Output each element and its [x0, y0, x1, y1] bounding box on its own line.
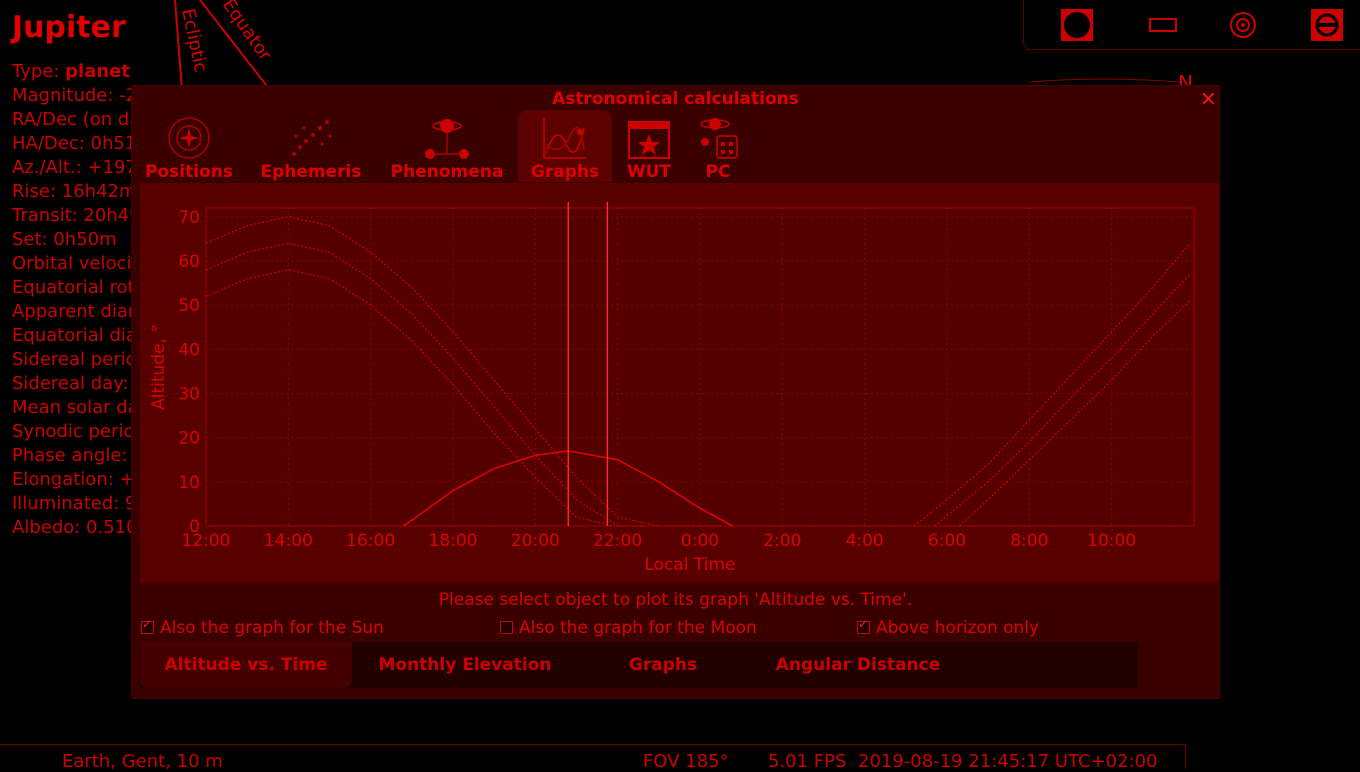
quit-icon[interactable]: [1310, 8, 1344, 42]
tab-pc[interactable]: PC: [692, 110, 744, 182]
y-tick-label: 50: [178, 296, 200, 316]
x-tick-label: 18:00: [429, 531, 478, 551]
x-tick-label: 20:00: [511, 531, 560, 551]
tab-wut-label: WUT: [626, 162, 672, 182]
target-icon[interactable]: [1226, 8, 1260, 42]
phenomena-icon: [425, 119, 469, 159]
info-line-label: Type:: [12, 61, 66, 82]
fov-label: FOV 185°: [643, 751, 729, 772]
fullscreen-icon[interactable]: [1146, 8, 1180, 42]
tab-graphs-label: Graphs: [530, 162, 600, 182]
tab-pc-label: PC: [705, 162, 731, 182]
checkbox-sun[interactable]: Also the graph for the Sun: [141, 617, 384, 638]
x-tick-label: 14:00: [264, 531, 313, 551]
dialog-title: Astronomical calculations: [552, 89, 799, 109]
close-button[interactable]: ×: [1200, 86, 1217, 110]
tab-phenomena[interactable]: Phenomena: [384, 110, 510, 182]
tab-ephemeris[interactable]: Ephemeris: [254, 110, 368, 182]
info-line-label: Rise:: [12, 181, 62, 202]
x-tick-label: 0:00: [681, 531, 719, 551]
info-line-label: Transit:: [12, 205, 84, 226]
status-bar: Earth, Gent, 10 m FOV 185° 5.01 FPS 2019…: [0, 744, 1186, 772]
x-tick-label: 8:00: [1010, 531, 1048, 551]
x-tick-label: 12:00: [182, 531, 231, 551]
x-tick-label: 4:00: [846, 531, 884, 551]
tab-angular-distance[interactable]: Angular Distance: [748, 642, 968, 688]
checkbox-sun-label: Also the graph for the Sun: [160, 618, 384, 638]
checkbox-horizon-box[interactable]: [857, 617, 870, 634]
bottom-tab-bar: Altitude vs. Time Monthly Elevation Grap…: [140, 642, 1138, 688]
wut-calendar-icon: [628, 121, 670, 159]
ephemeris-icon: [292, 120, 332, 156]
y-tick-label: 10: [178, 473, 200, 493]
info-line-value: 0h50m: [53, 229, 117, 250]
night-mode-icon[interactable]: [1060, 8, 1094, 42]
checkbox-horizon[interactable]: Above horizon only: [857, 617, 1040, 638]
info-line-value: 16h42m: [61, 181, 137, 202]
x-tick-label: 22:00: [593, 531, 642, 551]
y-tick-label: 20: [178, 429, 200, 449]
fps-label: 5.01 FPS: [768, 751, 847, 772]
tab-phenomena-label: Phenomena: [390, 162, 504, 182]
info-line-label: Elongation:: [12, 469, 120, 490]
tab-ephemeris-label: Ephemeris: [260, 162, 362, 182]
info-line-label: Illuminated:: [12, 493, 126, 514]
info-line-label: Phase angle:: [12, 445, 134, 466]
checkbox-moon-box[interactable]: [500, 621, 513, 634]
astro-calc-dialog: Astronomical calculations × Positions Ep…: [131, 85, 1220, 699]
datetime-label[interactable]: 2019-08-19 21:45:17 UTC+02:00: [858, 751, 1158, 772]
info-line: Type: planet: [12, 60, 498, 84]
top-toolbar: [1023, 0, 1360, 50]
tab-altitude-vs-time[interactable]: Altitude vs. Time: [140, 642, 352, 688]
info-line-label: Magnitude:: [12, 85, 120, 106]
info-line-label: Sidereal day:: [12, 373, 135, 394]
checkbox-sun-box[interactable]: [141, 617, 154, 634]
tab-wut[interactable]: WUT: [620, 110, 678, 182]
y-axis-label: Altitude, °: [149, 324, 169, 410]
info-line-value: planet: [65, 61, 130, 82]
x-tick-label: 16:00: [346, 531, 395, 551]
x-axis-label: Local Time: [644, 555, 735, 575]
graphs-icon: [543, 118, 586, 159]
tab-graphs[interactable]: Graphs: [518, 110, 612, 182]
status-message: Please select object to plot its graph '…: [438, 590, 913, 610]
checkbox-moon-label: Also the graph for the Moon: [519, 618, 757, 638]
y-tick-label: 30: [178, 385, 200, 405]
y-tick-label: 70: [178, 208, 200, 228]
info-line-value: 0.510: [86, 517, 138, 538]
info-line-label: Set:: [12, 229, 54, 250]
positions-icon: [168, 117, 210, 159]
tab-positions-label: Positions: [145, 162, 233, 182]
x-tick-label: 2:00: [763, 531, 801, 551]
pc-icon: [700, 118, 738, 159]
info-line-label: Az./Alt.:: [12, 157, 88, 178]
tab-positions[interactable]: Positions: [142, 110, 236, 182]
x-tick-label: 10:00: [1087, 531, 1136, 551]
tab-monthly-elevation[interactable]: Monthly Elevation: [352, 642, 578, 688]
altitude-chart: 01020304050607012:00 14:00 16:00 18:00 20:00…: [149, 202, 1195, 575]
checkbox-horizon-label: Above horizon only: [876, 618, 1040, 638]
info-line-label: HA/Dec:: [12, 133, 91, 154]
location-label[interactable]: Earth, Gent, 10 m: [62, 751, 223, 772]
checkbox-moon[interactable]: Also the graph for the Moon: [500, 618, 757, 638]
object-name: Jupiter: [12, 10, 126, 45]
y-tick-label: 40: [178, 340, 200, 360]
altitude-graph-panel: 0 10 20 30 40 50 60 70 12:00 14:00 16:00 18:00 20:00…: [140, 183, 1219, 583]
info-line-label: Albedo:: [12, 517, 87, 538]
x-tick-label: 6:00: [928, 531, 966, 551]
tab-graphs-bottom[interactable]: Graphs: [578, 642, 748, 688]
y-tick-label: 60: [178, 252, 200, 272]
